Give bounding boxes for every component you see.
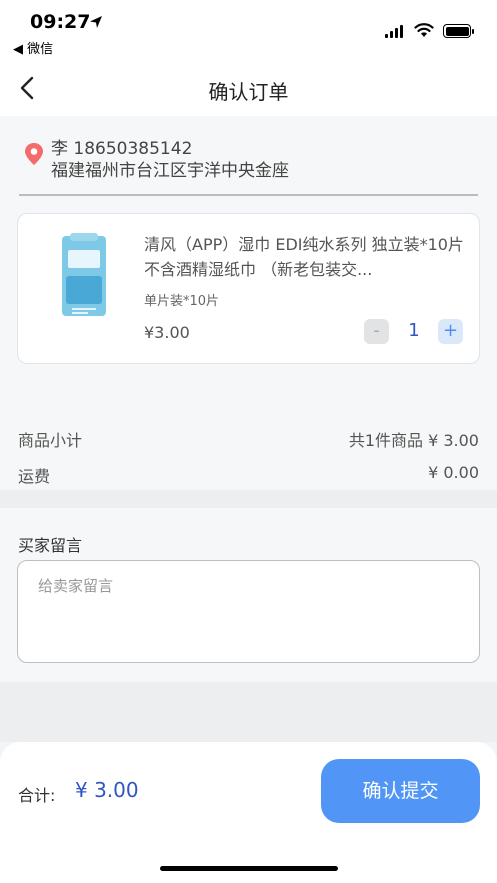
product-price: ¥3.00 — [144, 323, 190, 342]
page-title: 确认订单 — [208, 80, 289, 104]
recipient-address: 福建福州市台江区宇洋中央金座 — [51, 161, 289, 181]
buyer-message-input[interactable] — [17, 560, 480, 663]
wifi-icon — [414, 23, 434, 37]
cellular-signal-icon — [385, 25, 403, 38]
subtotal-label: 商品小计 — [18, 431, 83, 450]
nav-bar: 确认订单 — [0, 62, 497, 116]
total-label: 合计: — [18, 786, 56, 805]
quantity-stepper: - 1 + — [364, 319, 464, 345]
order-summary: 商品小计 共1件商品 ¥ 3.00 运费 ¥ 0.00 — [0, 376, 497, 490]
decrease-quantity-button[interactable]: - — [364, 319, 389, 344]
buyer-message-section: 买家留言 — [0, 508, 497, 682]
product-image[interactable] — [62, 233, 106, 316]
subtotal-value: 共1件商品 ¥ 3.00 — [348, 431, 479, 450]
section-gap — [0, 490, 497, 508]
home-indicator[interactable] — [160, 866, 338, 871]
address-section[interactable]: 李 18650385142 福建福州市台江区宇洋中央金座 — [0, 116, 497, 198]
battery-icon — [443, 24, 474, 38]
status-bar: 09:27 ◀ 微信 — [0, 0, 497, 62]
increase-quantity-button[interactable]: + — [438, 319, 463, 344]
product-spec: 单片装*10片 — [144, 294, 220, 309]
goods-section: 清风（APP）湿巾 EDI纯水系列 独立装*10片 不含酒精湿纸巾 （新老包装交… — [0, 198, 497, 376]
shipping-value: ¥ 0.00 — [428, 463, 479, 482]
submit-order-button[interactable]: 确认提交 — [321, 759, 480, 823]
shipping-label: 运费 — [18, 467, 51, 486]
section-gap — [0, 682, 497, 742]
goods-card: 清风（APP）湿巾 EDI纯水系列 独立装*10片 不含酒精湿纸巾 （新老包装交… — [17, 213, 480, 364]
back-to-app-link[interactable]: ◀ 微信 — [13, 38, 53, 57]
product-title[interactable]: 清风（APP）湿巾 EDI纯水系列 独立装*10片 不含酒精湿纸巾 （新老包装交… — [144, 232, 464, 282]
quantity-value: 1 — [408, 320, 420, 341]
address-divider — [19, 194, 478, 196]
buyer-message-label: 买家留言 — [18, 536, 83, 555]
checkout-footer: 合计: ¥ 3.00 确认提交 — [0, 742, 497, 883]
subtotal-row: 商品小计 共1件商品 ¥ 3.00 — [18, 427, 479, 451]
total-value: ¥ 3.00 — [75, 778, 139, 802]
location-pin-icon — [25, 143, 43, 165]
status-time: 09:27 — [30, 11, 91, 33]
shipping-row: 运费 ¥ 0.00 — [18, 463, 479, 487]
location-arrow-icon — [90, 16, 102, 28]
